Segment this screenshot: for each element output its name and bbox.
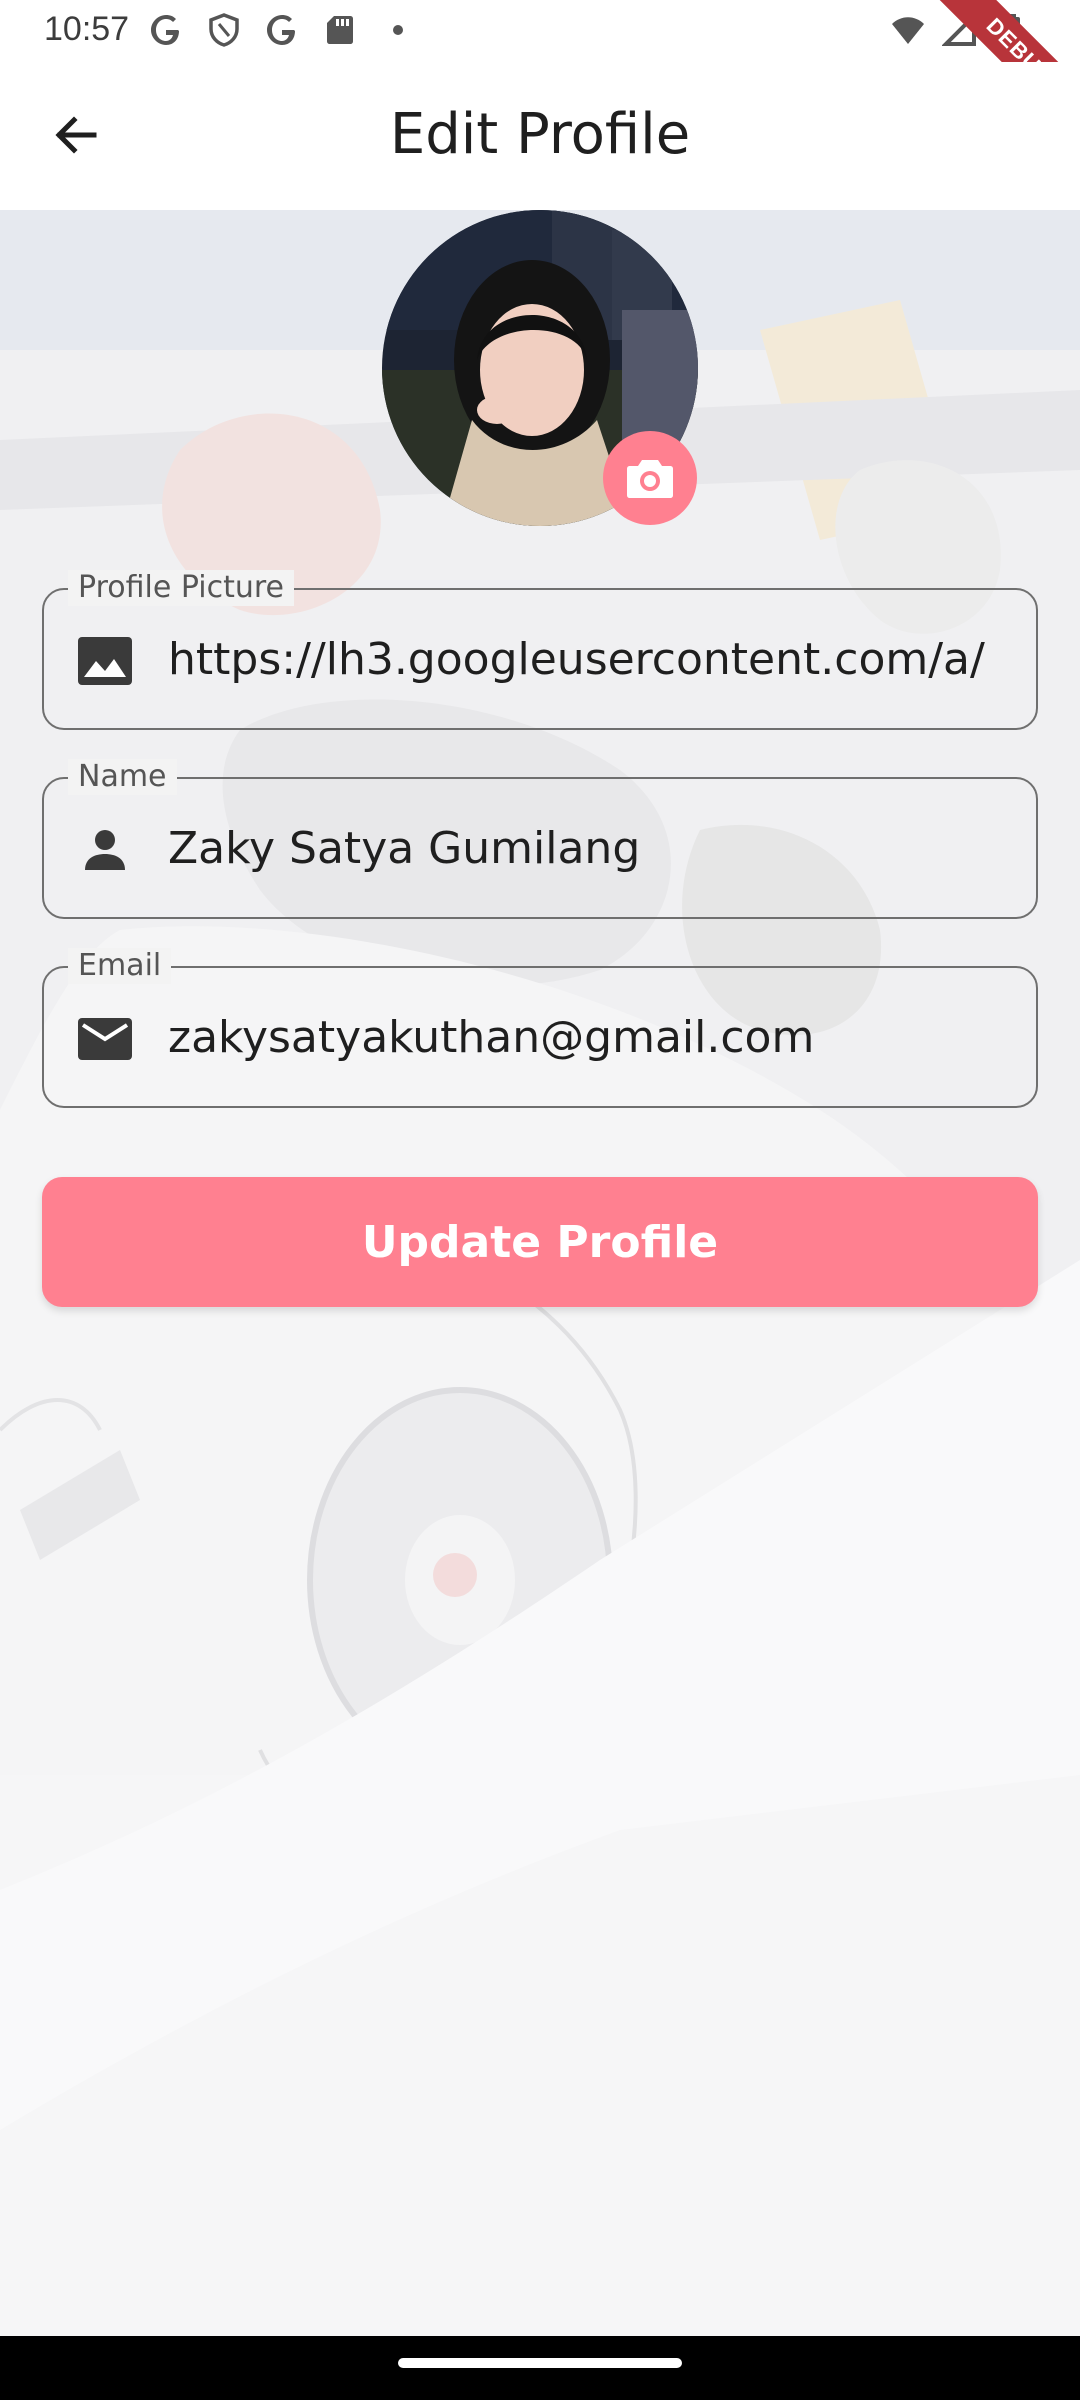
status-time: 10:57: [44, 10, 130, 48]
sd-card-icon: [322, 12, 358, 48]
email-field[interactable]: Email: [42, 948, 1038, 1108]
person-icon: [78, 823, 132, 877]
change-photo-button[interactable]: [603, 431, 697, 525]
wifi-icon: [890, 12, 926, 48]
email-input[interactable]: [168, 968, 1008, 1106]
email-label: Email: [68, 948, 172, 984]
status-bar: 10:57 DEBUG: [0, 0, 1080, 159]
google-icon: [264, 12, 300, 48]
profile-picture-field[interactable]: Profile Picture: [42, 570, 1038, 730]
name-label: Name: [68, 759, 177, 795]
mail-icon: [78, 1012, 132, 1066]
dot-icon: [380, 12, 416, 48]
google-icon: [148, 12, 184, 48]
home-indicator[interactable]: [398, 2358, 682, 2368]
navigation-bar: [0, 2336, 1080, 2400]
shield-icon: [206, 12, 242, 48]
update-profile-button[interactable]: Update Profile: [42, 1177, 1038, 1307]
image-icon: [78, 634, 132, 688]
name-field[interactable]: Name: [42, 759, 1038, 919]
profile-picture-input[interactable]: [168, 590, 1008, 728]
app-bar: Edit Profile: [0, 62, 1080, 210]
camera-icon: [627, 460, 673, 498]
page-title: Edit Profile: [389, 102, 691, 167]
status-notification-icons: [148, 12, 416, 48]
name-input[interactable]: [168, 779, 1008, 917]
